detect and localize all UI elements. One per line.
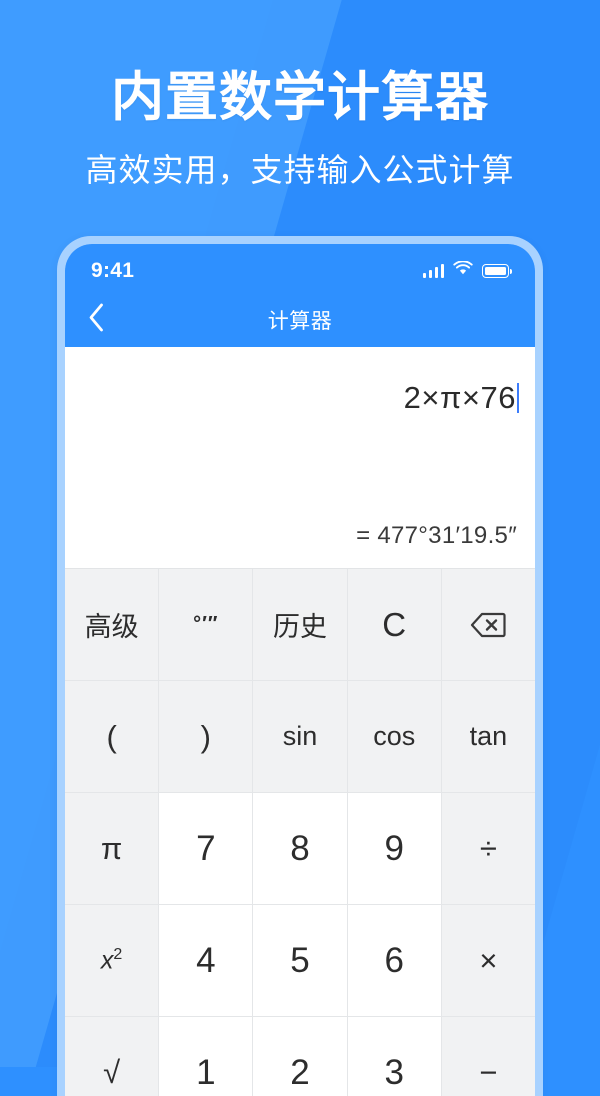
status-bar: 9:41 — [65, 244, 535, 292]
promo-title: 内置数学计算器 — [111, 68, 489, 127]
key-label: 9 — [384, 828, 404, 868]
key-label: 历史 — [273, 612, 327, 642]
key-label: cos — [373, 721, 416, 751]
expression-input[interactable]: 2×π×76 — [81, 380, 519, 416]
key-label: − — [479, 1054, 498, 1090]
key-label: ( — [106, 718, 117, 754]
key-4[interactable]: 4 — [159, 905, 254, 1017]
keypad-row: x2 4 5 6 × — [65, 905, 535, 1017]
key-square[interactable]: x2 — [65, 905, 160, 1017]
key-label: C — [382, 605, 407, 643]
promo-subtitle: 高效实用，支持输入公式计算 — [85, 152, 515, 188]
key-label: ) — [200, 718, 211, 754]
key-advanced[interactable]: 高级 — [65, 569, 160, 681]
calculator-keypad: 高级 °′″ 历史 C () sin cos tan π 7 8 9 ÷ x2 4 5 6 × √ 1 2 3 − — [65, 568, 535, 1096]
expression-text: 2×π×76 — [403, 380, 516, 415]
key-history[interactable]: 历史 — [253, 569, 348, 681]
battery-icon — [482, 264, 512, 278]
phone-screen: 9:41 计算器 2×π×76 = 477°31′19.5″ 高级 °′″ 历史… — [65, 244, 535, 1096]
wifi-icon — [453, 260, 473, 281]
key-label: 7 — [196, 828, 216, 868]
key-label: sin — [282, 721, 318, 751]
key-pi[interactable]: π — [65, 793, 160, 905]
key-label: 2 — [290, 1052, 310, 1092]
key-label: 8 — [290, 828, 310, 868]
key-label: 高级 — [84, 612, 139, 642]
phone-frame: 9:41 计算器 2×π×76 = 477°31′19.5″ 高级 °′″ 历史… — [57, 236, 543, 1096]
back-button[interactable] — [65, 303, 127, 337]
key-2[interactable]: 2 — [253, 1017, 348, 1096]
key-subtract[interactable]: − — [441, 1017, 535, 1096]
key-dms[interactable]: °′″ — [159, 569, 254, 681]
keypad-row: () sin cos tan — [65, 681, 535, 793]
keypad-row: π 7 8 9 ÷ — [65, 793, 535, 905]
nav-bar: 计算器 — [65, 292, 535, 347]
signal-bars-icon — [422, 264, 444, 278]
key-9[interactable]: 9 — [347, 793, 442, 905]
key-sin[interactable]: sin — [253, 681, 348, 793]
page-title: 计算器 — [267, 309, 333, 333]
key-label: tan — [469, 721, 508, 751]
key-label: √ — [103, 1054, 121, 1090]
key-8[interactable]: 8 — [253, 793, 348, 905]
key-label: °′″ — [193, 613, 219, 635]
key-6[interactable]: 6 — [347, 905, 442, 1017]
keypad-row: √ 1 2 3 − — [65, 1017, 535, 1096]
key-5[interactable]: 5 — [253, 905, 348, 1017]
status-time: 9:41 — [91, 259, 135, 282]
key-label: 5 — [290, 940, 310, 980]
key-multiply[interactable]: × — [441, 905, 535, 1017]
key-sqrt[interactable]: √ — [65, 1017, 160, 1096]
key-paren-open[interactable]: ( — [65, 681, 160, 793]
key-label: x2 — [100, 945, 123, 975]
key-3[interactable]: 3 — [347, 1017, 442, 1096]
calculator-display[interactable]: 2×π×76 = 477°31′19.5″ — [65, 347, 535, 568]
key-label: π — [100, 830, 123, 866]
status-icons — [422, 260, 512, 281]
key-divide[interactable]: ÷ — [441, 793, 535, 905]
key-label: 3 — [384, 1052, 404, 1092]
result-text: = 477°31′19.5″ — [356, 522, 517, 549]
text-caret — [517, 383, 519, 413]
key-7[interactable]: 7 — [159, 793, 254, 905]
key-clear[interactable]: C — [347, 569, 442, 681]
key-label: × — [479, 942, 498, 978]
key-label: 4 — [196, 940, 216, 980]
key-cos[interactable]: cos — [347, 681, 442, 793]
keypad-row: 高级 °′″ 历史 C — [65, 569, 535, 681]
key-label: 1 — [196, 1052, 216, 1092]
key-1[interactable]: 1 — [159, 1017, 254, 1096]
key-paren-close[interactable]: ) — [159, 681, 254, 793]
key-label: ÷ — [479, 830, 497, 866]
key-tan[interactable]: tan — [441, 681, 535, 793]
backspace-icon — [470, 612, 507, 638]
key-backspace[interactable] — [441, 569, 535, 681]
chevron-left-icon — [88, 303, 105, 337]
key-label: 6 — [384, 940, 404, 980]
